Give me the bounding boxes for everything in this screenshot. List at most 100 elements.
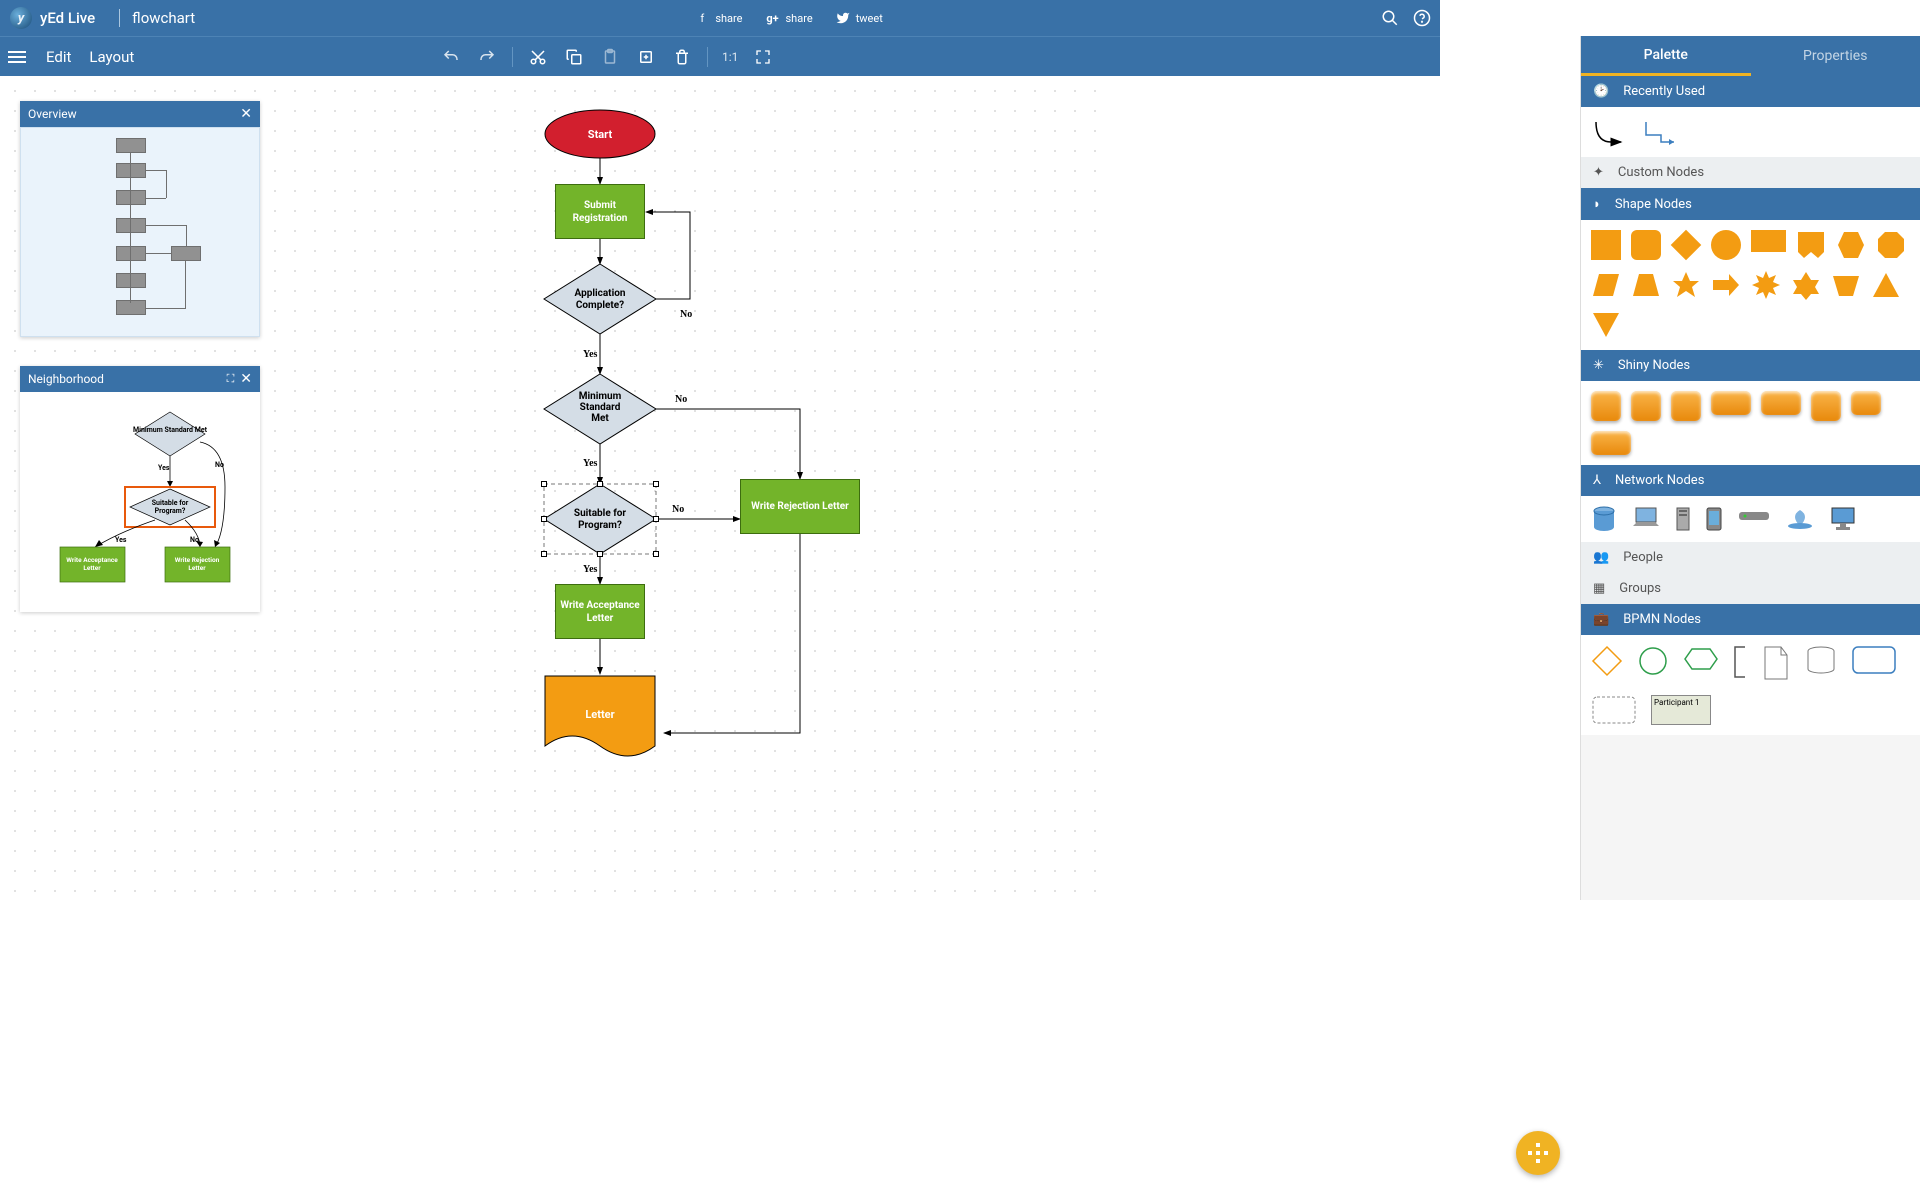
fullscreen-button[interactable] bbox=[752, 46, 774, 68]
shape-parallelogram[interactable] bbox=[1591, 270, 1621, 300]
bpmn-hex[interactable] bbox=[1683, 645, 1719, 673]
shiny-8[interactable] bbox=[1591, 431, 1631, 455]
history-icon: 🕑 bbox=[1593, 84, 1609, 99]
bpmn-body: Participant 1 bbox=[1581, 635, 1920, 735]
network-icon: ⅄ bbox=[1593, 473, 1601, 488]
svg-text:Suitable forProgram?: Suitable forProgram? bbox=[152, 499, 189, 515]
shiny-6[interactable] bbox=[1811, 391, 1841, 421]
briefcase-icon: 💼 bbox=[1593, 612, 1609, 627]
googleplus-icon: g+ bbox=[765, 10, 781, 26]
hamburger-menu[interactable] bbox=[8, 45, 32, 69]
net-wifi[interactable] bbox=[1785, 506, 1815, 530]
svg-text:No: No bbox=[190, 536, 199, 544]
cat-custom-nodes[interactable]: ✦Custom Nodes bbox=[1581, 157, 1920, 188]
shape-diamond[interactable] bbox=[1671, 230, 1702, 261]
bpmn-event[interactable] bbox=[1637, 645, 1669, 677]
shape-body bbox=[1581, 220, 1920, 350]
net-router[interactable] bbox=[1737, 506, 1771, 524]
shape-banner[interactable] bbox=[1796, 230, 1826, 260]
shiny-7[interactable] bbox=[1851, 391, 1881, 415]
shiny-5[interactable] bbox=[1761, 391, 1801, 415]
undo-button[interactable] bbox=[440, 46, 462, 68]
menu-layout[interactable]: Layout bbox=[89, 48, 134, 66]
shiny-2[interactable] bbox=[1631, 391, 1661, 421]
shape-triangle-down[interactable] bbox=[1591, 310, 1621, 340]
recent-edge-ortho[interactable] bbox=[1641, 117, 1681, 147]
shiny-1[interactable] bbox=[1591, 391, 1621, 421]
bpmn-gateway[interactable] bbox=[1591, 645, 1623, 677]
node-submit-registration[interactable]: Submit Registration bbox=[555, 184, 645, 239]
overview-minimap[interactable] bbox=[20, 127, 260, 337]
shape-hexagon[interactable] bbox=[1836, 230, 1866, 260]
bpmn-participant[interactable]: Participant 1 bbox=[1651, 695, 1711, 725]
shiny-3[interactable] bbox=[1671, 391, 1701, 421]
svg-text:Yes: Yes bbox=[115, 536, 127, 544]
flowchart: Start ApplicationComplete? MinimumStanda… bbox=[400, 116, 1000, 896]
document-title[interactable]: flowchart bbox=[132, 9, 195, 27]
bpmn-annotation[interactable] bbox=[1733, 645, 1747, 679]
shape-star6[interactable] bbox=[1791, 270, 1821, 300]
sidebar: Palette Properties 🕑Recently Used ✦Custo… bbox=[1580, 36, 1920, 900]
cat-groups[interactable]: ▦Groups bbox=[1581, 573, 1920, 604]
share-googleplus[interactable]: g+share bbox=[765, 10, 813, 26]
cat-network-nodes[interactable]: ⅄Network Nodes bbox=[1581, 465, 1920, 496]
tab-properties[interactable]: Properties bbox=[1751, 36, 1920, 76]
copy-button[interactable] bbox=[563, 46, 585, 68]
shape-star5[interactable] bbox=[1671, 270, 1701, 300]
zoom-reset-button[interactable]: 1:1 bbox=[722, 46, 738, 68]
shape-arrow[interactable] bbox=[1711, 270, 1741, 300]
bpmn-task[interactable] bbox=[1851, 645, 1897, 675]
neighborhood-close[interactable]: ✕ bbox=[240, 371, 252, 387]
cut-button[interactable] bbox=[527, 46, 549, 68]
shape-trapezoid2[interactable] bbox=[1831, 270, 1861, 300]
recent-edge-curved[interactable] bbox=[1591, 117, 1631, 147]
cat-shape-nodes[interactable]: ◗Shape Nodes bbox=[1581, 188, 1920, 220]
fab-button[interactable] bbox=[1516, 1131, 1560, 1175]
recent-body bbox=[1581, 107, 1920, 157]
net-database[interactable] bbox=[1591, 506, 1617, 532]
moon-icon: ◗ bbox=[1593, 196, 1601, 212]
shape-circle[interactable] bbox=[1711, 230, 1741, 260]
net-monitor[interactable] bbox=[1829, 506, 1857, 532]
bpmn-datastore[interactable] bbox=[1805, 645, 1837, 675]
shape-star8[interactable] bbox=[1751, 270, 1781, 300]
shape-roundrect[interactable] bbox=[1631, 230, 1661, 260]
menu-edit[interactable]: Edit bbox=[46, 48, 71, 66]
overview-panel: Overview✕ bbox=[20, 101, 260, 337]
overview-close[interactable]: ✕ bbox=[240, 106, 252, 122]
shape-trapezoid[interactable] bbox=[1631, 270, 1661, 300]
node-write-rejection[interactable]: Write Rejection Letter bbox=[740, 479, 860, 534]
net-phone[interactable] bbox=[1705, 506, 1723, 532]
paste-button[interactable] bbox=[599, 46, 621, 68]
cat-people[interactable]: 👥People bbox=[1581, 542, 1920, 573]
help-icon[interactable] bbox=[1414, 10, 1430, 26]
shiny-4[interactable] bbox=[1711, 391, 1751, 415]
shape-square[interactable] bbox=[1591, 230, 1621, 260]
cat-shiny-nodes[interactable]: ✳Shiny Nodes bbox=[1581, 350, 1920, 381]
tab-palette[interactable]: Palette bbox=[1581, 36, 1751, 76]
neighborhood-view[interactable]: Minimum Standard Met Yes No Suitable for… bbox=[20, 392, 260, 612]
search-icon[interactable] bbox=[1382, 10, 1398, 26]
shape-triangle[interactable] bbox=[1871, 270, 1901, 300]
bpmn-subprocess[interactable] bbox=[1591, 695, 1637, 725]
shape-octagon[interactable] bbox=[1876, 230, 1906, 260]
title-bar: y yEd Live flowchart fshare g+share twee… bbox=[0, 0, 1440, 36]
net-server[interactable] bbox=[1675, 506, 1691, 532]
app-name: yEd Live bbox=[40, 9, 95, 27]
shiny-body bbox=[1581, 381, 1920, 465]
share-twitter[interactable]: tweet bbox=[835, 10, 883, 26]
delete-button[interactable] bbox=[671, 46, 693, 68]
cat-bpmn-nodes[interactable]: 💼BPMN Nodes bbox=[1581, 604, 1920, 635]
bpmn-document[interactable] bbox=[1761, 645, 1791, 681]
cat-recently-used[interactable]: 🕑Recently Used bbox=[1581, 76, 1920, 107]
shape-rect3d[interactable] bbox=[1751, 230, 1786, 252]
duplicate-button[interactable] bbox=[635, 46, 657, 68]
neighborhood-expand[interactable]: ⛶ bbox=[227, 372, 235, 386]
canvas[interactable]: Overview✕ Neighborhood⛶✕ Min bbox=[0, 76, 1100, 900]
share-facebook[interactable]: fshare bbox=[694, 10, 742, 26]
puzzle-icon: ✦ bbox=[1593, 165, 1604, 180]
redo-button[interactable] bbox=[476, 46, 498, 68]
net-laptop[interactable] bbox=[1631, 506, 1661, 530]
node-write-acceptance[interactable]: Write Acceptance Letter bbox=[555, 584, 645, 639]
facebook-icon: f bbox=[694, 10, 710, 26]
